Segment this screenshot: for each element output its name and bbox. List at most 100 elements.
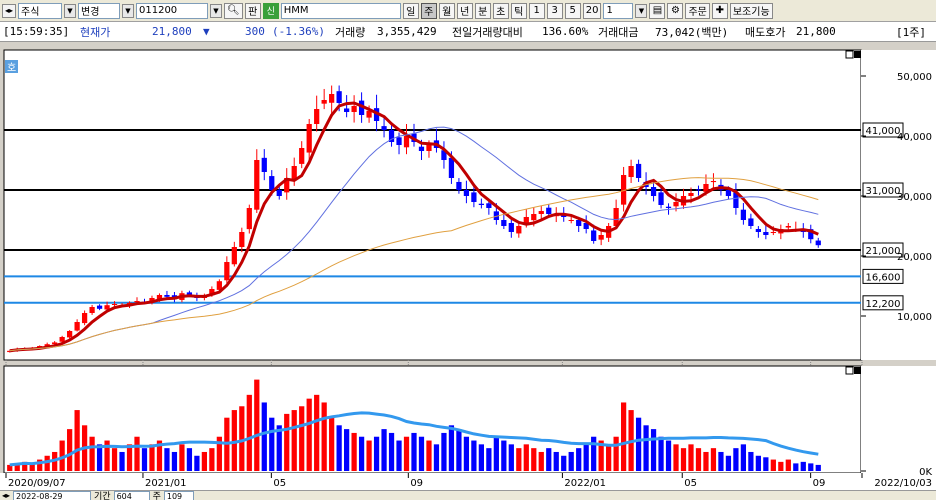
- volume-bar: [366, 440, 372, 471]
- period-week-button[interactable]: 주: [420, 2, 437, 19]
- interval-20-button[interactable]: 20: [582, 2, 602, 19]
- code-dropdown-icon[interactable]: ▼: [210, 3, 222, 18]
- candle-body: [321, 100, 327, 104]
- period-year-button[interactable]: 년: [456, 2, 473, 19]
- volume-bar: [396, 440, 402, 471]
- period-month-button[interactable]: 월: [438, 2, 455, 19]
- bottom-date: 2022-08-29: [16, 491, 63, 500]
- bottom-left-icon[interactable]: ◂▸: [2, 491, 10, 500]
- interval-5-label: 5: [569, 5, 576, 16]
- date-tick-label: 2022/10/03: [874, 478, 932, 489]
- interval-5-button[interactable]: 5: [564, 2, 581, 19]
- candle-body: [591, 230, 597, 241]
- toolbar: ◂▸ 주식 ▼ 변경 ▼ 011200 ▼ 🔍︎ 판 신 HMM 일 주 월 년…: [0, 0, 936, 22]
- period-tick-button[interactable]: 틱: [510, 2, 527, 19]
- bottom-date-field[interactable]: 2022-08-29: [13, 491, 92, 500]
- candle-body: [403, 136, 410, 148]
- candle-body: [546, 207, 552, 214]
- volume-bar: [606, 444, 612, 471]
- stock-chart[interactable]: 호 41,000 31,000 21,000 16,600 12,200 50,000 4…: [0, 42, 936, 490]
- volume-bar: [381, 429, 387, 471]
- volume-bar: [329, 417, 335, 471]
- volume-bar: [456, 429, 462, 471]
- volume-bar: [134, 436, 140, 471]
- price-tick-label: 30,000: [897, 192, 932, 203]
- nav-arrows-icon[interactable]: ◂▸: [2, 3, 16, 18]
- date-tick-label: 09: [813, 478, 826, 489]
- count-dropdown-icon[interactable]: ▼: [635, 3, 648, 18]
- price-tick-label: 40,000: [897, 132, 932, 143]
- change-dropdown-icon[interactable]: ▼: [122, 3, 134, 18]
- period-tick-label: 틱: [514, 7, 524, 18]
- volume-bar: [688, 444, 694, 471]
- bottom-count-field[interactable]: 109: [163, 491, 194, 500]
- volume-bar: [576, 448, 582, 471]
- volume-bar: [613, 436, 619, 471]
- volume-bar: [815, 464, 821, 471]
- date-tick-label: 05: [273, 478, 286, 489]
- pan-button[interactable]: 판: [244, 2, 261, 19]
- volume-bar: [718, 451, 724, 471]
- candle-body: [224, 262, 230, 281]
- candle-body: [306, 124, 312, 153]
- candle-body: [418, 146, 425, 151]
- candle-body: [456, 181, 462, 190]
- settings-gear-icon[interactable]: ⚙: [667, 2, 684, 19]
- count-input[interactable]: 1: [603, 2, 634, 19]
- candle-body: [396, 137, 402, 145]
- price-tick-label: 20,000: [897, 252, 932, 263]
- bottom-control-bar: ◂▸ 2022-08-29 기간 604 주 109: [0, 490, 936, 500]
- volume-bar: [239, 406, 245, 471]
- code-input[interactable]: 011200: [136, 2, 208, 19]
- volume-bar: [770, 459, 776, 471]
- volume-bar: [650, 429, 657, 471]
- volume-bar: [269, 417, 275, 471]
- volume-panel[interactable]: [3, 365, 862, 474]
- volume-bar: [321, 402, 327, 471]
- interval-20-label: 20: [585, 5, 599, 16]
- interval-1-button[interactable]: 1: [528, 2, 545, 19]
- volume-bar: [67, 429, 73, 471]
- price-level-label: 16,600: [866, 272, 901, 283]
- price-panel[interactable]: [3, 49, 862, 361]
- search-icon[interactable]: 🔍︎: [224, 2, 243, 19]
- period-minute-button[interactable]: 분: [474, 2, 491, 19]
- volume-bar: [351, 432, 357, 471]
- candle-body: [628, 166, 634, 178]
- volume-bar: [748, 451, 754, 471]
- price-level-label: 41,000: [866, 126, 901, 137]
- volume-bar: [111, 448, 118, 471]
- volume-axis: [861, 366, 936, 473]
- volume-bar: [733, 448, 739, 471]
- interval-3-button[interactable]: 3: [546, 2, 563, 19]
- add-icon[interactable]: ✚: [711, 2, 728, 19]
- pan-button-label: 판: [248, 7, 258, 18]
- price-level-label: 12,200: [866, 299, 901, 310]
- order-button[interactable]: 주문: [685, 2, 710, 19]
- info-ask-label: 매도호가: [745, 25, 786, 39]
- volume-bar: [478, 444, 484, 471]
- market-dropdown-icon[interactable]: ▼: [64, 3, 76, 18]
- candle-body: [463, 190, 470, 196]
- aux-function-button[interactable]: 보조기능: [729, 2, 773, 19]
- candle-body: [516, 226, 522, 234]
- volume-bar: [119, 451, 125, 471]
- candle-body: [815, 240, 821, 246]
- candle-body: [568, 220, 574, 221]
- info-amount: 73,042(백만): [655, 25, 729, 39]
- period-second-button[interactable]: 초: [492, 2, 509, 19]
- volume-bar: [755, 455, 761, 471]
- volume-bar: [531, 448, 537, 471]
- period-day-button[interactable]: 일: [402, 2, 419, 19]
- candle-body: [381, 126, 387, 130]
- market-select[interactable]: 주식: [18, 2, 62, 19]
- save-icon[interactable]: ▤: [649, 2, 666, 19]
- volume-bar: [171, 451, 178, 471]
- volume-bar: [620, 402, 627, 471]
- bottom-period-field[interactable]: 604: [113, 491, 150, 500]
- change-select[interactable]: 변경: [78, 2, 120, 19]
- volume-bar: [658, 436, 664, 471]
- period-second-label: 초: [496, 7, 506, 18]
- volume-bar: [411, 432, 417, 471]
- candle-body: [658, 192, 664, 205]
